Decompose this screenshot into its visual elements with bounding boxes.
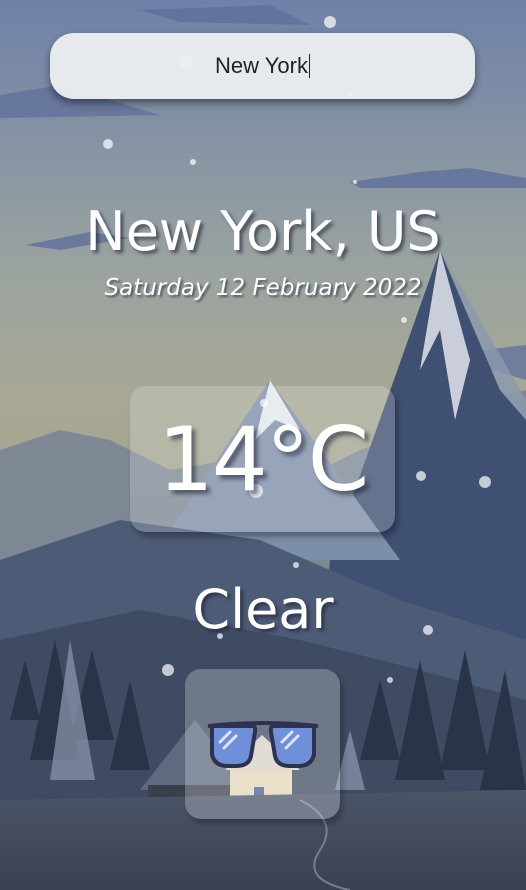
date-label: Saturday 12 February 2022 [104, 275, 422, 301]
search-input-value: New York [215, 53, 308, 78]
weather-icon-card [185, 669, 340, 819]
sunglasses-icon [207, 721, 318, 768]
temperature-value: 14°C [157, 407, 369, 511]
temperature-card: 14°C [130, 386, 395, 532]
weather-condition: Clear [192, 578, 334, 641]
city-search-input[interactable]: New York [50, 33, 475, 99]
location-title: New York, US [85, 200, 441, 263]
text-caret [308, 54, 310, 78]
